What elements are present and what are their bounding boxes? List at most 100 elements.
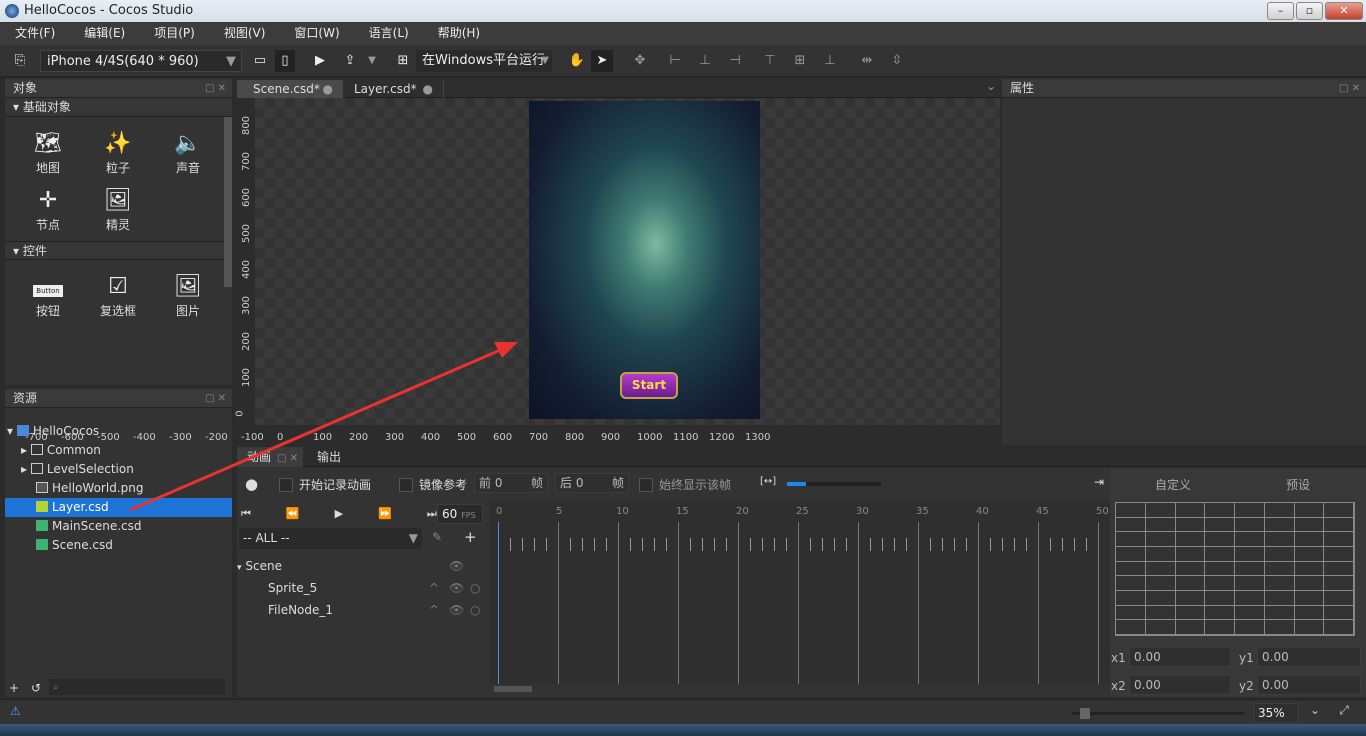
align-left-icon[interactable]: ⊢: [665, 50, 685, 72]
edit-icon[interactable]: ✎: [432, 530, 442, 544]
control-checkbox[interactable]: ☑ 复选框: [83, 272, 153, 319]
play-icon[interactable]: ▶: [310, 50, 330, 72]
menu-file[interactable]: 文件(F): [15, 22, 55, 45]
basic-objects-section[interactable]: ▾ 基础对象: [5, 98, 232, 117]
objects-scrollbar[interactable]: [224, 117, 232, 287]
select-tool-icon[interactable]: ➤: [591, 50, 613, 72]
publish-dropdown-icon[interactable]: ▼: [365, 50, 379, 72]
x2-field[interactable]: 0.00: [1129, 675, 1231, 695]
tree-item-levelselection[interactable]: ▸ LevelSelection: [5, 460, 232, 479]
animation-filter-select[interactable]: -- ALL -- ▼: [239, 528, 422, 549]
start-button[interactable]: Start: [620, 372, 678, 399]
tab-scene[interactable]: Scene.csd* ●: [237, 80, 343, 98]
zoom-field[interactable]: 35%: [1253, 703, 1299, 723]
menu-language[interactable]: 语言(L): [369, 22, 409, 45]
x1-field[interactable]: 0.00: [1129, 647, 1231, 667]
tab-preset[interactable]: 预设: [1286, 476, 1310, 493]
zoom-dropdown-icon[interactable]: ⌄: [1303, 703, 1327, 723]
add-icon[interactable]: +: [9, 681, 19, 695]
canvas-zoom-slider[interactable]: [1072, 708, 1244, 719]
menu-view[interactable]: 视图(V): [224, 22, 266, 45]
distribute-h-icon[interactable]: ⇹: [857, 50, 877, 72]
tab-custom[interactable]: 自定义: [1155, 476, 1191, 493]
before-frames-field[interactable]: 前 0 帧: [474, 473, 548, 493]
background-sprite[interactable]: Start: [529, 101, 760, 419]
onion-checkbox[interactable]: 镜像参考: [399, 476, 467, 493]
checkbox[interactable]: [279, 478, 293, 492]
slider-handle[interactable]: [1080, 708, 1090, 719]
panel-controls-icon[interactable]: □ ✕: [1339, 79, 1360, 98]
after-frames-field[interactable]: 后 0 帧: [555, 473, 629, 493]
next-frame-icon[interactable]: ⏩: [378, 507, 392, 521]
object-node[interactable]: ✛ 节点: [13, 186, 83, 233]
eye-icon[interactable]: 👁: [449, 555, 464, 577]
panel-controls-icon[interactable]: □ ✕: [205, 79, 226, 98]
record-checkbox[interactable]: 开始记录动画: [279, 476, 371, 493]
menu-window[interactable]: 窗口(W): [294, 22, 339, 45]
lock-up-icon[interactable]: ^: [429, 577, 439, 599]
fit-frames-icon[interactable]: [↔]: [760, 476, 776, 487]
node-filenode1[interactable]: FileNode_1 ^ 👁 ○: [237, 599, 485, 621]
menu-edit[interactable]: 编辑(E): [84, 22, 125, 45]
tab-close-icon[interactable]: ●: [323, 80, 333, 98]
align-top-icon[interactable]: ⊤: [760, 50, 780, 72]
tab-animation[interactable]: 动画 □ ✕: [237, 447, 303, 467]
playhead[interactable]: [498, 522, 499, 684]
tab-layer[interactable]: Layer.csd* ●: [344, 80, 444, 98]
lock-up-icon[interactable]: ^: [429, 599, 439, 621]
easing-curve-grid[interactable]: [1115, 502, 1355, 636]
add-icon[interactable]: +: [464, 528, 477, 546]
tab-close-icon[interactable]: ●: [423, 80, 433, 98]
always-show-checkbox[interactable]: 始终显示该帧: [639, 476, 731, 493]
object-sound[interactable]: 🔈 声音: [153, 129, 223, 176]
control-button[interactable]: Button 按钮: [13, 272, 83, 319]
tree-item-scene[interactable]: Scene.csd: [5, 536, 232, 555]
panel-controls-icon[interactable]: □ ✕: [205, 389, 226, 408]
add-animation-icon[interactable]: ●: [245, 475, 258, 493]
publish-icon[interactable]: ⇪: [340, 50, 360, 72]
circle-icon[interactable]: ○: [470, 577, 480, 599]
eye-icon[interactable]: 👁: [449, 599, 464, 621]
tree-item-layer[interactable]: Layer.csd: [5, 498, 232, 517]
align-middle-icon[interactable]: ⊞: [790, 50, 810, 72]
node-sprite5[interactable]: Sprite_5 ^ 👁 ○: [237, 577, 485, 599]
eye-icon[interactable]: 👁: [449, 577, 464, 599]
refresh-icon[interactable]: ↺: [31, 681, 41, 695]
maximize-button[interactable]: ▫: [1296, 2, 1323, 20]
distribute-v-icon[interactable]: ⇳: [887, 50, 907, 72]
object-sprite[interactable]: 🖼 精灵: [83, 186, 153, 233]
run-target-select[interactable]: 在Windows平台运行 ▼: [416, 50, 552, 72]
first-frame-icon[interactable]: ⏮: [241, 507, 251, 521]
hand-tool-icon[interactable]: ✋: [566, 50, 588, 72]
y1-field[interactable]: 0.00: [1257, 647, 1361, 667]
timeline[interactable]: 0 5 10 15 20 25 30 35 40 45 50: [490, 502, 1111, 684]
node-scene[interactable]: ▾ Scene 👁: [237, 555, 485, 577]
timeline-zoom-slider[interactable]: [787, 482, 881, 486]
tab-output[interactable]: 输出: [317, 447, 341, 467]
landscape-icon[interactable]: ▭: [250, 50, 270, 72]
new-device-icon[interactable]: ⎘: [10, 50, 30, 72]
circle-icon[interactable]: ○: [470, 599, 480, 621]
object-particle[interactable]: ✨ 粒子: [83, 129, 153, 176]
menu-project[interactable]: 项目(P): [154, 22, 195, 45]
tree-item-common[interactable]: ▸ Common: [5, 441, 232, 460]
menu-help[interactable]: 帮助(H): [438, 22, 480, 45]
control-image[interactable]: 🖼 图片: [153, 272, 223, 319]
close-button[interactable]: ✕: [1325, 2, 1363, 20]
prev-frame-icon[interactable]: ⏪: [286, 507, 300, 521]
last-frame-icon[interactable]: ⏭: [427, 507, 437, 521]
resource-search-input[interactable]: ⌕: [49, 679, 225, 695]
timeline-scrollbar[interactable]: [494, 686, 532, 692]
align-right-icon[interactable]: ⊣: [725, 50, 745, 72]
tabs-dropdown-icon[interactable]: ⌄: [986, 79, 996, 93]
panel-controls-icon[interactable]: □ ✕: [277, 453, 298, 464]
tree-item-helloworld[interactable]: HelloWorld.png: [5, 479, 232, 498]
scene-canvas[interactable]: Start: [255, 98, 1000, 425]
play-icon[interactable]: ▶: [335, 507, 343, 521]
device-select[interactable]: iPhone 4/4S(640 * 960) ▼: [40, 50, 242, 72]
minimize-button[interactable]: –: [1267, 2, 1294, 20]
align-bottom-icon[interactable]: ⊥: [820, 50, 840, 72]
controls-section[interactable]: ▾ 控件: [5, 241, 232, 260]
warning-icon[interactable]: ⚠: [10, 704, 21, 718]
portrait-icon[interactable]: ▯: [275, 50, 295, 72]
